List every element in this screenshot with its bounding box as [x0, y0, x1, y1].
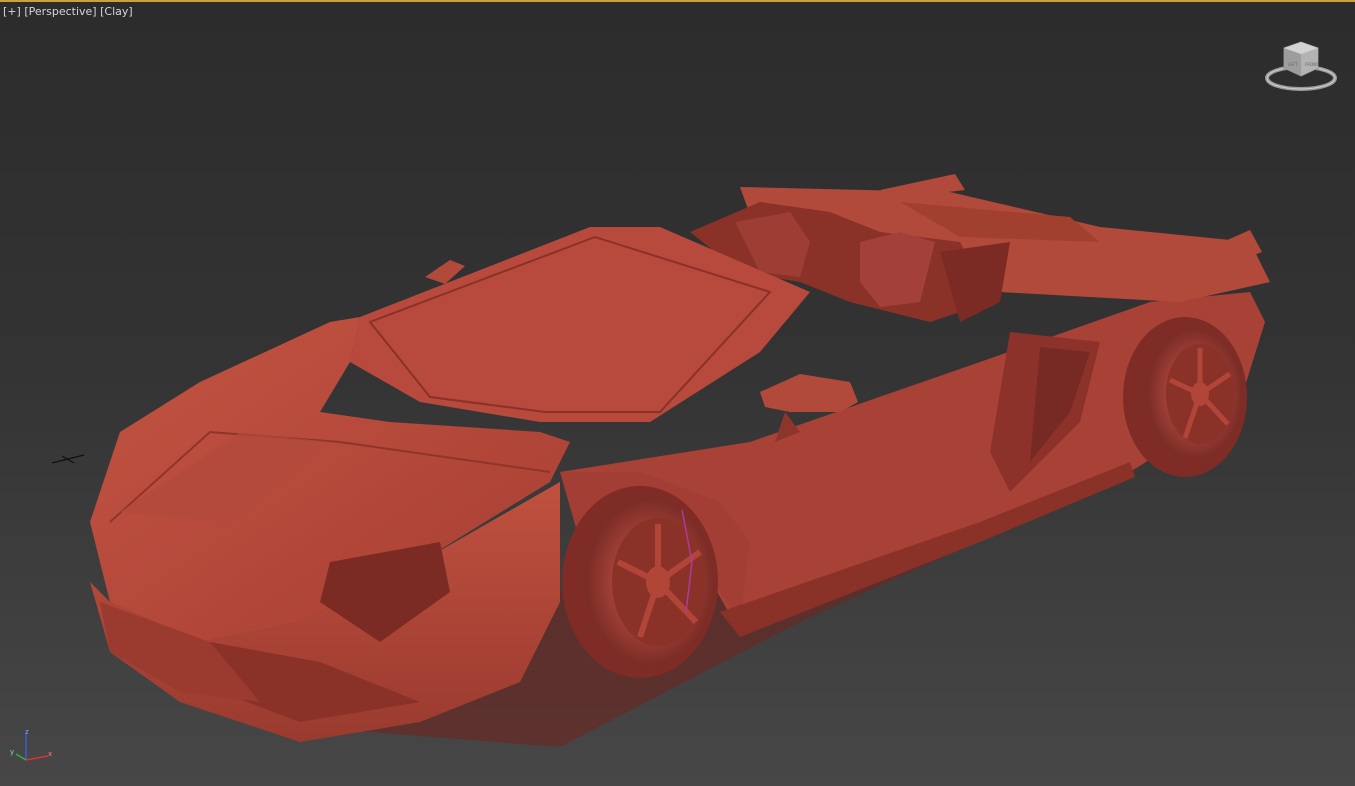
- side-mirror: [760, 374, 858, 412]
- car-model-render[interactable]: [0, 2, 1355, 786]
- perspective-viewport[interactable]: [+] [Perspective] [Clay] LEFT FRONT z x …: [0, 0, 1355, 786]
- axis-y-label: y: [10, 748, 14, 756]
- view-mode-button[interactable]: [Perspective]: [24, 5, 96, 18]
- front-wheel: [562, 486, 718, 678]
- viewcube-front-face[interactable]: FRONT: [1305, 62, 1319, 67]
- viewcube[interactable]: LEFT FRONT: [1262, 38, 1340, 94]
- axis-tripod-icon: z x y: [10, 728, 52, 761]
- rear-wheel: [1123, 317, 1247, 477]
- shading-mode-button[interactable]: [Clay]: [100, 5, 133, 18]
- viewcube-left-face[interactable]: LEFT: [1288, 62, 1298, 67]
- viewport-label: [+] [Perspective] [Clay]: [3, 5, 133, 18]
- viewport-menu-button[interactable]: [+]: [3, 5, 21, 18]
- axis-z-label: z: [25, 728, 29, 736]
- pivot-marker-icon: [51, 454, 85, 464]
- axis-x-label: x: [48, 750, 52, 758]
